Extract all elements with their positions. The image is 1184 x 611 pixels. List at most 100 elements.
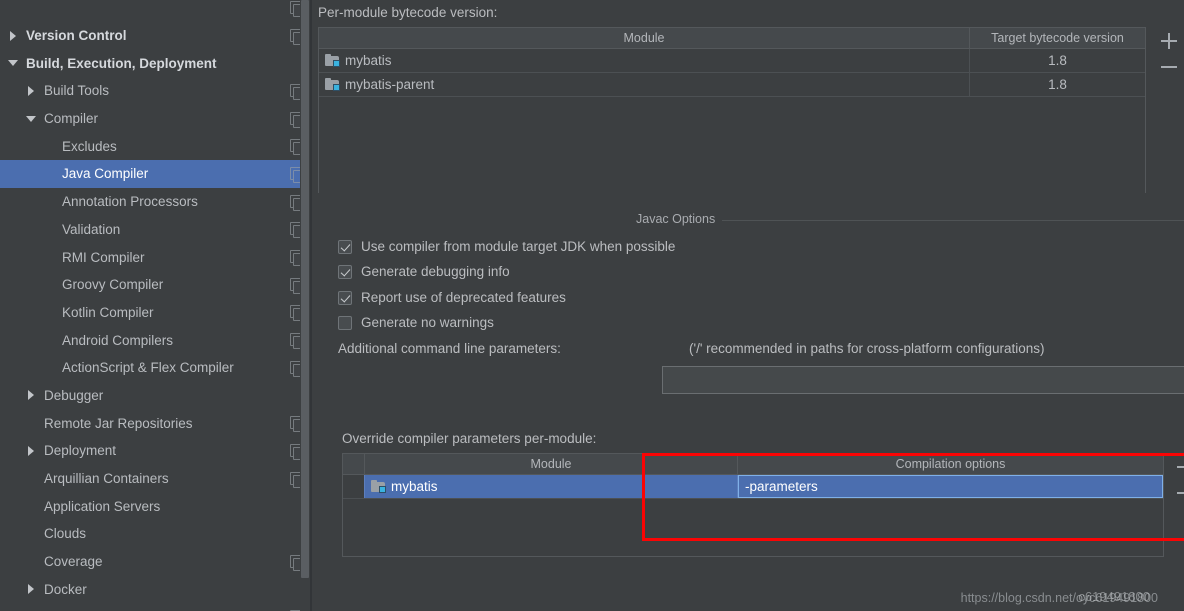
bytecode-table-empty-area (319, 97, 1145, 193)
bytecode-table-body[interactable]: mybatis 1.8 mybatis-parent 1.8 (319, 49, 1145, 97)
sidebar-item-excludes[interactable]: Excludes (0, 132, 312, 160)
sidebar-item-kotlin-compiler[interactable]: Kotlin Compiler (0, 299, 312, 327)
checkbox-label: Generate no warnings (361, 315, 494, 330)
sidebar-item-label: Application Servers (44, 498, 161, 514)
checkbox-report-use-of-deprecated-features[interactable] (338, 290, 352, 305)
sidebar-item-label: Excludes (62, 138, 117, 154)
chevron-down-icon[interactable] (8, 57, 20, 69)
bytecode-col-module[interactable]: Module (319, 28, 970, 48)
sidebar-item-label: Remote Jar Repositories (44, 415, 193, 431)
sidebar-item-coverage[interactable]: Coverage (0, 548, 312, 576)
sidebar-item-actionscript-flex-compiler[interactable]: ActionScript & Flex Compiler (0, 354, 312, 382)
sidebar-item-docker[interactable]: Docker (0, 575, 312, 603)
sidebar-item-clouds[interactable]: Clouds (0, 520, 312, 548)
bytecode-cell-version[interactable]: 1.8 (970, 73, 1145, 96)
java-compiler-panel: Per-module bytecode version: Module Targ… (312, 0, 1184, 611)
checkbox-use-compiler-from-module-target-jdk-when-possible[interactable] (338, 239, 352, 254)
override-table-body[interactable]: mybatis -parameters (343, 475, 1163, 499)
add-bytecode-row-button[interactable] (1156, 28, 1182, 54)
checkbox-label: Use compiler from module target JDK when… (361, 239, 676, 254)
sidebar-item-debugger[interactable]: Debugger (0, 382, 312, 410)
sidebar-item-label: ActionScript & Flex Compiler (62, 360, 234, 376)
bytecode-table-buttons[interactable] (1152, 28, 1184, 80)
sidebar-item-label: Android Compilers (62, 332, 174, 348)
override-cell-spacer (343, 475, 365, 498)
settings-sidebar[interactable]: Version Control Build, Execution, Deploym… (0, 0, 312, 611)
sidebar-item-groovy-compiler[interactable]: Groovy Compiler (0, 271, 312, 299)
per-module-bytecode-table[interactable]: Module Target bytecode version mybatis 1.… (318, 27, 1146, 193)
sidebar-item-partial[interactable] (0, 0, 312, 22)
override-cell-module[interactable]: mybatis (365, 475, 738, 498)
sidebar-item-label: Build, Execution, Deployment (26, 55, 217, 71)
sidebar-item-label: Arquillian Containers (44, 471, 169, 487)
override-params-table[interactable]: Module Compilation options mybatis -param… (342, 453, 1164, 557)
table-row[interactable]: mybatis 1.8 (319, 49, 1145, 73)
override-table-buttons[interactable] (1168, 454, 1184, 506)
sidebar-item-annotation-processors[interactable]: Annotation Processors (0, 188, 312, 216)
override-col-compilation-options[interactable]: Compilation options (738, 454, 1163, 474)
sidebar-item-gradle-android-compiler[interactable]: Gradle-Android Compiler (0, 603, 312, 611)
checkbox-row[interactable]: Report use of deprecated features (338, 290, 566, 305)
add-override-row-button[interactable] (1172, 454, 1184, 480)
module-name-text: mybatis (391, 479, 438, 494)
chevron-right-icon[interactable] (26, 389, 38, 401)
sidebar-item-label: Build Tools (44, 83, 110, 99)
checkbox-generate-no-warnings[interactable] (338, 315, 352, 330)
remove-bytecode-row-button[interactable] (1156, 54, 1182, 80)
chevron-right-icon[interactable] (26, 85, 38, 97)
sidebar-item-label: RMI Compiler (62, 249, 145, 265)
sidebar-item-rmi-compiler[interactable]: RMI Compiler (0, 243, 312, 271)
sidebar-item-label: Annotation Processors (62, 194, 198, 210)
javac-options-title: Javac Options (636, 212, 723, 226)
override-cell-compilation-options[interactable]: -parameters (738, 475, 1163, 498)
sidebar-scrollbar-track[interactable] (300, 0, 310, 611)
additional-params-input[interactable]: ⤡ (662, 366, 1184, 394)
checkbox-row[interactable]: Use compiler from module target JDK when… (338, 239, 675, 254)
override-col-spacer (343, 454, 365, 474)
sidebar-item-build-tools[interactable]: Build Tools (0, 77, 312, 105)
sidebar-item-java-compiler[interactable]: Java Compiler (0, 160, 312, 188)
remove-override-row-button[interactable] (1172, 480, 1184, 506)
bytecode-cell-module[interactable]: mybatis (319, 49, 970, 72)
sidebar-item-label: Groovy Compiler (62, 277, 164, 293)
checkbox-row[interactable]: Generate no warnings (338, 315, 494, 330)
sidebar-item-deployment[interactable]: Deployment (0, 437, 312, 465)
sidebar-item-label: Docker (44, 581, 87, 597)
sidebar-item-label: Deployment (44, 443, 117, 459)
chevron-down-icon[interactable] (26, 113, 38, 125)
module-name-text: mybatis-parent (345, 77, 435, 92)
chevron-right-icon[interactable] (26, 583, 38, 595)
sidebar-item-arquillian-containers[interactable]: Arquillian Containers (0, 465, 312, 493)
sidebar-item-android-compilers[interactable]: Android Compilers (0, 326, 312, 354)
sidebar-item-application-servers[interactable]: Application Servers (0, 492, 312, 520)
sidebar-scrollbar-thumb[interactable] (301, 0, 309, 578)
sidebar-item-label: Compiler (44, 111, 99, 127)
table-row[interactable]: mybatis-parent 1.8 (319, 73, 1145, 97)
checkbox-generate-debugging-info[interactable] (338, 264, 352, 279)
sidebar-item-compiler[interactable]: Compiler (0, 105, 312, 133)
bytecode-cell-version[interactable]: 1.8 (970, 49, 1145, 72)
chevron-right-icon[interactable] (8, 30, 20, 42)
override-col-module[interactable]: Module (365, 454, 738, 474)
override-table-header: Module Compilation options (343, 454, 1163, 475)
settings-dialog: Version Control Build, Execution, Deploym… (0, 0, 1184, 611)
bytecode-table-header: Module Target bytecode version (319, 28, 1145, 49)
settings-tree[interactable]: Version Control Build, Execution, Deploym… (0, 0, 312, 611)
bytecode-cell-module[interactable]: mybatis-parent (319, 73, 970, 96)
sidebar-item-remote-jar-repositories[interactable]: Remote Jar Repositories (0, 409, 312, 437)
bytecode-col-target-version[interactable]: Target bytecode version (970, 28, 1145, 48)
sidebar-item-validation[interactable]: Validation (0, 216, 312, 244)
sidebar-item-version-control[interactable]: Version Control (0, 22, 312, 50)
override-params-label: Override compiler parameters per-module: (342, 431, 597, 446)
module-folder-icon (325, 78, 340, 91)
table-row[interactable]: mybatis -parameters (343, 475, 1163, 499)
checkbox-row[interactable]: Generate debugging info (338, 264, 510, 279)
sidebar-item-label: Kotlin Compiler (62, 304, 154, 320)
javac-options-group: Javac Options (636, 212, 1184, 226)
chevron-right-icon[interactable] (26, 445, 38, 457)
sidebar-item-build-execution-deployment[interactable]: Build, Execution, Deployment (0, 49, 312, 77)
